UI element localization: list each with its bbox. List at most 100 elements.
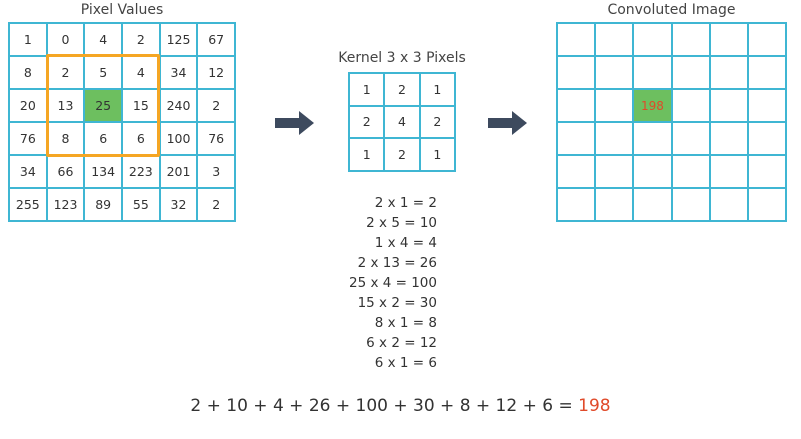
multiplication-step: 25 x 4 = 100	[348, 275, 437, 291]
convoluted-image-grid: 198	[556, 22, 787, 222]
convoluted-cell	[634, 189, 671, 220]
convoluted-cell	[634, 57, 671, 88]
kernel-cell: 2	[350, 106, 384, 138]
convoluted-cell	[634, 24, 671, 55]
convoluted-result-cell: 198	[634, 90, 671, 121]
pixel-cell: 1	[10, 24, 46, 55]
convoluted-cell	[672, 189, 709, 220]
pixel-values-grid: 1 0 4 2 125 67 8 2 5 4 34 12 20 13 25 15 240 2 76 8 6 6 100 76 3…	[8, 22, 236, 222]
convoluted-cell	[558, 90, 595, 121]
convoluted-cell	[558, 57, 595, 88]
pixel-cell: 66	[47, 156, 84, 187]
kernel-grid: 121242121	[348, 72, 456, 172]
multiplication-step: 6 x 2 = 12	[366, 335, 437, 351]
pixel-cell: 6	[123, 123, 159, 154]
convoluted-cell	[558, 189, 595, 220]
convoluted-cell	[672, 123, 709, 154]
pixel-cell: 100	[160, 123, 197, 154]
convoluted-cell	[748, 123, 785, 154]
pixel-values-title: Pixel Values	[80, 2, 164, 18]
convoluted-cell	[634, 156, 671, 187]
pixel-cell: 25	[85, 90, 121, 121]
pixel-cell: 240	[160, 90, 197, 121]
multiplication-step: 1 x 4 = 4	[374, 235, 437, 251]
pixel-cell: 8	[47, 123, 84, 154]
convoluted-cell	[596, 123, 633, 154]
convoluted-cell	[672, 57, 709, 88]
kernel-cell: 1	[350, 139, 384, 170]
pixel-cell: 12	[198, 57, 234, 88]
kernel-cell: 1	[420, 139, 454, 170]
pixel-cell: 13	[47, 90, 84, 121]
convoluted-cell	[748, 90, 785, 121]
convoluted-cell	[596, 189, 633, 220]
pixel-cell: 89	[85, 189, 121, 220]
multiplication-step: 6 x 1 = 6	[374, 355, 437, 371]
pixel-cell: 4	[85, 24, 121, 55]
kernel-cell: 4	[385, 106, 419, 138]
pixel-cell: 2	[198, 90, 234, 121]
convoluted-cell	[748, 189, 785, 220]
multiplication-steps: 2 x 1 = 2 2 x 5 = 10 1 x 4 = 4 2 x 13 = 26 2…	[300, 193, 460, 373]
multiplication-step: 2 x 1 = 2	[374, 195, 437, 211]
convoluted-cell	[558, 123, 595, 154]
convoluted-cell	[710, 156, 747, 187]
convoluted-cell	[710, 57, 747, 88]
pixel-cell: 6	[85, 123, 121, 154]
convoluted-cell	[672, 90, 709, 121]
pixel-cell: 76	[198, 123, 234, 154]
kernel-cell: 2	[420, 106, 454, 138]
convoluted-cell	[710, 189, 747, 220]
kernel-cell: 1	[420, 74, 454, 105]
pixel-cell: 0	[47, 24, 84, 55]
sum-result: 198	[578, 396, 611, 416]
sum-equation: 2 + 10 + 4 + 26 + 100 + 30 + 8 + 12 + 6 …	[0, 396, 801, 416]
pixel-cell: 2	[47, 57, 84, 88]
convoluted-cell	[710, 123, 747, 154]
arrow-right-icon	[275, 111, 314, 135]
convoluted-cell	[672, 24, 709, 55]
arrow-right-icon	[488, 111, 527, 135]
pixel-cell: 2	[123, 24, 159, 55]
pixel-cell: 123	[47, 189, 84, 220]
pixel-cell: 255	[10, 189, 46, 220]
pixel-cell: 76	[10, 123, 46, 154]
pixel-cell: 125	[160, 24, 197, 55]
multiplication-step: 8 x 1 = 8	[374, 315, 437, 331]
pixel-cell: 4	[123, 57, 159, 88]
pixel-cell: 67	[198, 24, 234, 55]
pixel-cell: 5	[85, 57, 121, 88]
convoluted-cell	[596, 156, 633, 187]
pixel-cell: 34	[10, 156, 46, 187]
kernel-cell: 2	[385, 74, 419, 105]
pixel-cell: 134	[85, 156, 121, 187]
pixel-cell: 32	[160, 189, 197, 220]
pixel-cell: 201	[160, 156, 197, 187]
convoluted-cell	[748, 24, 785, 55]
convoluted-cell	[672, 156, 709, 187]
convoluted-cell	[710, 24, 747, 55]
kernel-cell: 2	[385, 139, 419, 170]
pixel-cell: 2	[198, 189, 234, 220]
sum-expression: 2 + 10 + 4 + 26 + 100 + 30 + 8 + 12 + 6 …	[190, 396, 579, 416]
convoluted-cell	[748, 57, 785, 88]
convoluted-cell	[558, 156, 595, 187]
pixel-cell: 34	[160, 57, 197, 88]
convoluted-cell	[710, 90, 747, 121]
pixel-cell: 55	[123, 189, 159, 220]
multiplication-step: 15 x 2 = 30	[357, 295, 437, 311]
pixel-cell: 3	[198, 156, 234, 187]
convoluted-cell	[558, 24, 595, 55]
convoluted-cell	[596, 24, 633, 55]
convoluted-cell	[748, 156, 785, 187]
pixel-cell: 20	[10, 90, 46, 121]
convoluted-cell	[596, 90, 633, 121]
kernel-cell: 1	[350, 74, 384, 105]
pixel-cell: 223	[123, 156, 159, 187]
kernel-title: Kernel 3 x 3 Pixels	[338, 50, 466, 66]
convoluted-image-title: Convoluted Image	[607, 2, 736, 18]
convoluted-cell	[634, 123, 671, 154]
pixel-cell: 8	[10, 57, 46, 88]
multiplication-step: 2 x 5 = 10	[366, 215, 437, 231]
pixel-cell: 15	[123, 90, 159, 121]
